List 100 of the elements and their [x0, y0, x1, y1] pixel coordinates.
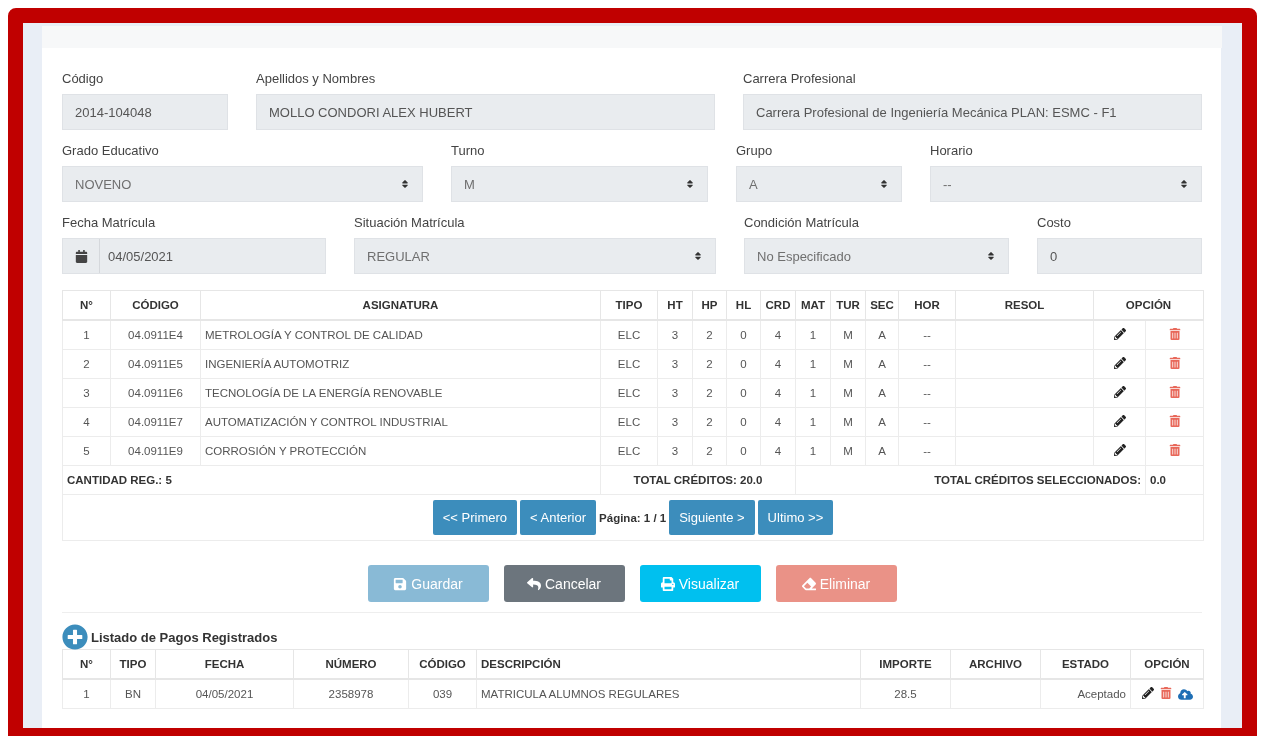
column-header: ARCHIVO	[950, 649, 1041, 679]
column-header: CÓDIGO	[110, 290, 201, 320]
last-page-button[interactable]: Ultimo >>	[757, 500, 834, 535]
table-cell: M	[830, 436, 866, 466]
previous-page-button[interactable]: < Anterior	[520, 500, 597, 535]
field-label: Horario	[930, 142, 974, 160]
table-cell: A	[865, 436, 899, 466]
table-cell: 2	[692, 320, 727, 350]
table-cell: CORROSIÓN Y PROTECCIÓN	[200, 436, 601, 466]
table-cell: 2	[692, 349, 727, 379]
select-field[interactable]: A	[736, 166, 902, 202]
table-cell: 0	[726, 349, 761, 379]
field-label: Grado Educativo	[62, 142, 160, 160]
column-header: TIPO	[600, 290, 658, 320]
add-icon[interactable]	[62, 624, 88, 650]
table-cell: --	[898, 378, 956, 408]
select-field[interactable]: REGULAR	[354, 238, 716, 274]
column-header: RESOL	[955, 290, 1094, 320]
table-cell: TOTAL CRÉDITOS SELECCIONADOS:	[795, 465, 1146, 495]
delete-icon[interactable]	[1159, 686, 1172, 699]
table-cell: 4	[760, 349, 796, 379]
table-cell: BN	[110, 679, 156, 709]
delete-icon[interactable]	[1168, 386, 1181, 398]
edit-icon[interactable]	[1141, 686, 1154, 699]
sort-caret-icon	[1179, 179, 1189, 189]
input-field[interactable]: MOLLO CONDORI ALEX HUBERT	[256, 94, 715, 130]
table-cell: ELC	[600, 320, 658, 350]
reply-arrow-icon	[527, 576, 541, 591]
table-cell: MATRICULA ALUMNOS REGULARES	[476, 679, 861, 709]
select-field[interactable]: No Especificado	[744, 238, 1009, 274]
column-header: TIPO	[110, 649, 156, 679]
table-cell: ELC	[600, 378, 658, 408]
table-cell: 04.0911E7	[110, 407, 201, 437]
field-label: Apellidos y Nombres	[256, 70, 377, 88]
table-cell: 1	[795, 320, 831, 350]
table-cell: --	[898, 349, 956, 379]
table-cell: 04.0911E5	[110, 349, 201, 379]
table-cell: A	[865, 320, 899, 350]
table-cell: CANTIDAD REG.: 5	[62, 465, 601, 495]
column-header: FECHA	[155, 649, 294, 679]
sort-caret-icon	[986, 251, 996, 261]
edit-icon[interactable]	[1113, 444, 1126, 456]
table-cell: 0	[726, 378, 761, 408]
table-cell: 1	[795, 378, 831, 408]
table-cell: 04/05/2021	[155, 679, 294, 709]
field-label: Fecha Matrícula	[62, 214, 157, 232]
field-label: Grupo	[736, 142, 774, 160]
table-cell: M	[830, 378, 866, 408]
date-field[interactable]: 04/05/2021	[62, 238, 326, 274]
field-label: Código	[62, 70, 105, 88]
sort-caret-icon	[693, 251, 703, 261]
table-cell: 4	[760, 320, 796, 350]
delete-icon[interactable]	[1168, 444, 1181, 456]
column-header: TUR	[830, 290, 866, 320]
table-cell: M	[830, 320, 866, 350]
table-cell: 0	[726, 436, 761, 466]
table-cell: A	[865, 349, 899, 379]
table-cell: 0	[726, 407, 761, 437]
input-field[interactable]: 2014-104048	[62, 94, 228, 130]
input-field[interactable]: Carrera Profesional de Ingeniería Mecánica PLAN: ESMC - F1	[743, 94, 1202, 130]
table-cell: 3	[657, 436, 693, 466]
column-header: N°	[62, 649, 111, 679]
table-cell: 28.5	[860, 679, 951, 709]
upload-icon[interactable]	[1177, 686, 1193, 702]
delete-icon[interactable]	[1168, 415, 1181, 427]
calendar-icon	[74, 249, 88, 263]
select-field[interactable]: M	[451, 166, 708, 202]
table-cell: ELC	[600, 407, 658, 437]
first-page-button[interactable]: << Primero	[432, 500, 518, 535]
column-header: OPCIÓN	[1093, 290, 1204, 320]
column-header: SEC	[865, 290, 899, 320]
table-cell: 0	[726, 320, 761, 350]
table-cell: 3	[657, 349, 693, 379]
delete-icon[interactable]	[1168, 328, 1181, 340]
table-cell: 3	[657, 378, 693, 408]
edit-icon[interactable]	[1113, 328, 1126, 340]
table-cell: 1	[795, 407, 831, 437]
table-cell: 4	[760, 436, 796, 466]
column-header: CÓDIGO	[408, 649, 477, 679]
table-cell: 039	[408, 679, 477, 709]
table-cell: 4	[760, 378, 796, 408]
next-page-button[interactable]: Siguiente >	[669, 500, 755, 535]
table-cell: 04.0911E4	[110, 320, 201, 350]
table-cell: 4	[62, 407, 111, 437]
input-field[interactable]: 0	[1037, 238, 1202, 274]
field-label: Turno	[451, 142, 486, 160]
table-cell: --	[898, 436, 956, 466]
action-button[interactable]: Cancelar	[503, 565, 625, 602]
select-field[interactable]: NOVENO	[62, 166, 423, 202]
column-header: IMPORTE	[860, 649, 951, 679]
table-cell: METROLOGÍA Y CONTROL DE CALIDAD	[200, 320, 601, 350]
edit-icon[interactable]	[1113, 415, 1126, 427]
select-field[interactable]: --	[930, 166, 1202, 202]
delete-icon[interactable]	[1168, 357, 1181, 369]
table-cell: 4	[760, 407, 796, 437]
edit-icon[interactable]	[1113, 386, 1126, 398]
sort-caret-icon	[400, 179, 410, 189]
edit-icon[interactable]	[1113, 357, 1126, 369]
column-header: CRD	[760, 290, 796, 320]
table-cell: A	[865, 378, 899, 408]
